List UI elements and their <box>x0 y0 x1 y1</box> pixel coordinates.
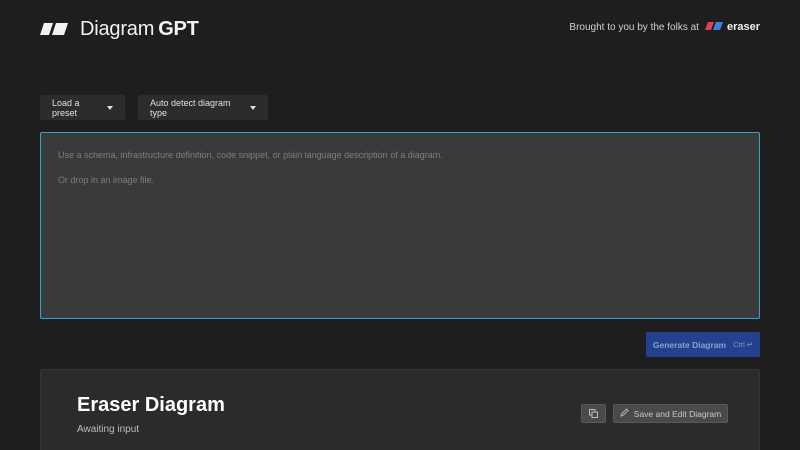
generate-label: Generate Diagram <box>652 339 727 350</box>
copy-button[interactable] <box>581 404 606 423</box>
eraser-link[interactable]: eraser <box>704 21 760 33</box>
diagram-type-label: Auto detect diagram type <box>150 97 231 118</box>
header: Diagram GPT Brought to you by the folks a… <box>0 0 800 58</box>
input-placeholder-line1: Use a schema, infrastructure definition,… <box>58 150 443 160</box>
load-preset-label: Load a preset <box>52 97 80 118</box>
caret-down-icon <box>107 105 113 110</box>
pencil-icon <box>620 408 629 419</box>
app-title-bold: GPT <box>158 17 199 40</box>
app-title: Diagram GPT <box>80 18 199 41</box>
generate-diagram-button[interactable]: Generate Diagram Ctrl ↵ <box>646 332 760 357</box>
credit: Brought to you by the folks at eraser <box>569 21 760 33</box>
input-placeholder-line2: Or drop in an image file. <box>58 175 155 185</box>
diagram-type-dropdown[interactable]: Auto detect diagram type <box>138 95 268 120</box>
keyboard-shortcut: Ctrl ↵ <box>733 340 754 349</box>
logo[interactable]: Diagram GPT <box>40 17 199 41</box>
diagramgpt-logo-icon <box>40 23 68 35</box>
load-preset-dropdown[interactable]: Load a preset <box>40 95 125 120</box>
credit-text: Brought to you by the folks at <box>569 21 699 33</box>
save-and-edit-label: Save and Edit Diagram <box>633 408 722 419</box>
diagram-input-textarea[interactable]: Use a schema, infrastructure definition,… <box>40 132 760 319</box>
diagram-result-card: Eraser Diagram Awaiting input Save and E… <box>40 369 760 450</box>
card-title: Eraser Diagram <box>77 394 225 416</box>
save-and-edit-button[interactable]: Save and Edit Diagram <box>613 404 728 423</box>
app-title-light: Diagram <box>80 17 155 40</box>
card-status: Awaiting input <box>77 424 140 435</box>
caret-down-icon <box>250 105 256 110</box>
copy-icon <box>589 405 598 423</box>
eraser-brand: eraser <box>726 21 760 33</box>
eraser-logo-icon <box>704 21 723 33</box>
